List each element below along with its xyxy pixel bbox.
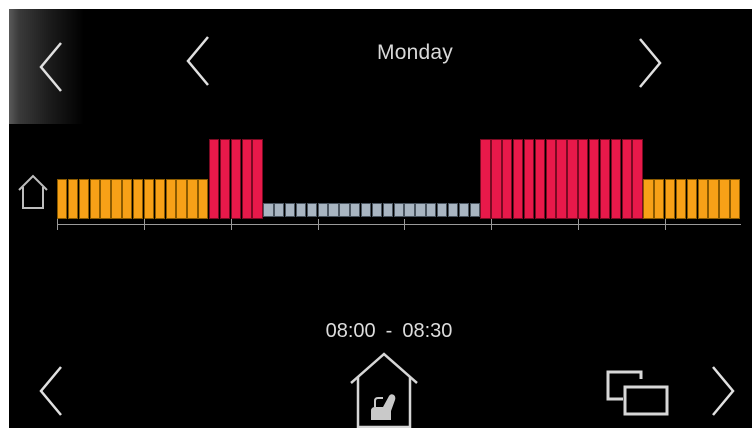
schedule-slot-eco[interactable] [697,179,708,219]
schedule-slot-off[interactable] [263,203,274,217]
schedule-slot-eco[interactable] [111,179,122,219]
schedule-slot-eco[interactable] [67,179,79,219]
axis-tick [404,219,406,230]
schedule-slot-eco[interactable] [708,179,719,219]
range-end: 08:30 [402,320,453,342]
schedule-slot-comfort[interactable] [480,139,491,219]
schedule-slot-off[interactable] [295,203,307,217]
schedule-slot-comfort[interactable] [610,139,622,219]
schedule-slot-off[interactable] [339,203,350,217]
schedule-slot-off[interactable] [350,203,361,217]
axis-tick [665,219,666,230]
schedule-slot-comfort[interactable] [545,139,556,219]
axis-tick [143,219,145,230]
schedule-slot-eco[interactable] [122,179,133,219]
schedule-slot-comfort[interactable] [599,139,611,219]
schedule-slot-off[interactable] [274,203,285,217]
schedule-slot-off[interactable] [415,203,426,217]
schedule-slot-eco[interactable] [686,179,698,219]
next-day-chevron-right-icon[interactable] [634,35,664,91]
schedule-slot-off[interactable] [469,203,480,217]
schedule-slot-off[interactable] [371,203,383,217]
next-slot-chevron-right-icon[interactable] [707,363,737,419]
schedule-slot-comfort[interactable] [567,139,578,219]
schedule-slot-eco[interactable] [100,179,111,219]
house-with-chair-icon[interactable] [347,351,421,428]
selected-time-range: 08:00-08:30 [259,320,519,343]
copy-windows-icon[interactable] [605,369,671,417]
axis-tick [230,219,232,230]
back-chevron-left-icon[interactable] [37,39,67,95]
day-label: Monday [377,41,453,64]
schedule-slot-comfort[interactable] [523,139,535,219]
schedule-slot-eco[interactable] [57,179,68,219]
schedule-slot-eco[interactable] [133,179,144,219]
schedule-slot-comfort[interactable] [219,139,231,219]
schedule-slot-comfort[interactable] [209,139,220,219]
schedule-slot-off[interactable] [393,203,404,217]
schedule-slot-eco[interactable] [89,179,100,219]
schedule-slot-comfort[interactable] [589,139,600,219]
axis-tick [317,219,319,230]
schedule-screen: Monday 08:00-08:30 [9,9,752,428]
prev-slot-chevron-left-icon[interactable] [37,363,67,419]
schedule-slot-eco[interactable] [78,179,90,219]
schedule-slot-eco[interactable] [165,179,176,219]
schedule-slot-eco[interactable] [654,179,665,219]
schedule-slot-eco[interactable] [198,179,209,219]
schedule-slot-off[interactable] [317,203,328,217]
schedule-slot-comfort[interactable] [534,139,546,219]
schedule-slot-eco[interactable] [665,179,676,219]
schedule-slot-eco[interactable] [675,179,687,219]
schedule-slot-comfort[interactable] [491,139,502,219]
range-separator: - [385,320,393,342]
schedule-slot-eco[interactable] [730,179,741,219]
schedule-slot-eco[interactable] [187,179,198,219]
axis-tick [57,219,58,230]
schedule-slot-eco[interactable] [154,179,166,219]
schedule-slot-off[interactable] [447,203,459,217]
schedule-slot-comfort[interactable] [556,139,567,219]
schedule-slot-off[interactable] [328,203,339,217]
daily-schedule-bar[interactable] [57,109,741,249]
schedule-slot-off[interactable] [458,203,470,217]
schedule-slot-off[interactable] [285,203,296,217]
schedule-slot-off[interactable] [361,203,372,217]
axis-tick [578,219,580,230]
time-axis [57,224,741,225]
schedule-slot-comfort[interactable] [230,139,242,219]
schedule-slot-off[interactable] [306,203,318,217]
axis-tick [491,219,493,230]
house-outline-icon [18,174,48,209]
schedule-slot-eco[interactable] [719,179,730,219]
prev-day-chevron-left-icon[interactable] [184,33,214,89]
schedule-slot-off[interactable] [404,203,415,217]
schedule-slot-comfort[interactable] [621,139,632,219]
schedule-slot-comfort[interactable] [252,139,263,219]
schedule-slot-comfort[interactable] [632,139,643,219]
schedule-slot-comfort[interactable] [578,139,589,219]
schedule-slot-eco[interactable] [176,179,187,219]
schedule-slot-off[interactable] [382,203,394,217]
range-start: 08:00 [325,320,376,342]
schedule-slot-off[interactable] [437,203,448,217]
schedule-slot-comfort[interactable] [513,139,524,219]
schedule-slot-off[interactable] [426,203,437,217]
schedule-slot-comfort[interactable] [502,139,513,219]
schedule-slot-eco[interactable] [643,179,654,219]
schedule-slot-comfort[interactable] [241,139,252,219]
schedule-slot-eco[interactable] [143,179,155,219]
